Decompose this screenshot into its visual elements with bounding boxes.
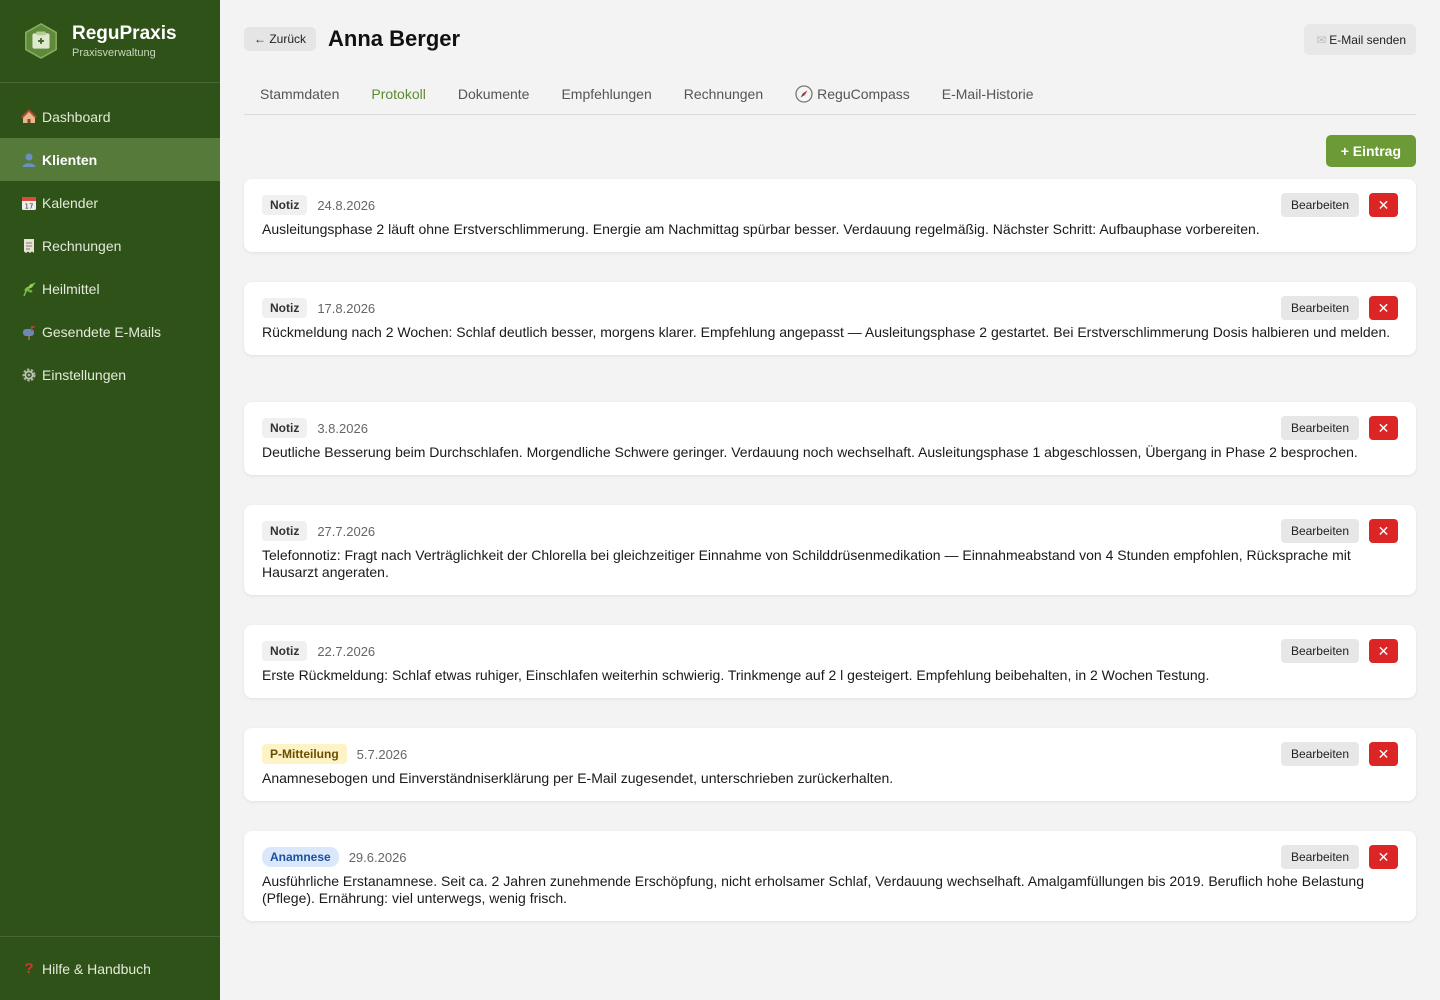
protocol-entry: Notiz 24.8.2026 Bearbeiten ✕ Ausleitungs… [244,179,1416,252]
brand: ReguPraxis Praxisverwaltung [0,0,220,83]
sidebar-item-kalender[interactable]: 17 Kalender [0,181,220,224]
entry-date: 17.8.2026 [317,300,376,316]
sidebar-item-label: Klienten [42,151,98,168]
tab-stammdaten[interactable]: Stammdaten [244,78,355,110]
protocol-entry: Notiz 17.8.2026 Bearbeiten ✕ Rückmeldung… [244,282,1416,355]
edit-button[interactable]: Bearbeiten [1280,296,1359,320]
send-email-label: E-Mail senden [1329,32,1406,47]
delete-button[interactable]: ✕ [1369,519,1398,543]
sidebar-item-label: Rechnungen [42,237,122,254]
sidebar-item-einstellungen[interactable]: Einstellungen [0,353,220,396]
entry-date: 3.8.2026 [317,420,368,436]
logo-icon [25,23,57,59]
sidebar-item-dashboard[interactable]: Dashboard [0,95,220,138]
protocol-entry: Notiz 3.8.2026 Bearbeiten ✕ Deutliche Be… [244,402,1416,475]
gear-icon [20,366,38,384]
mailbox-icon [20,323,38,341]
edit-button[interactable]: Bearbeiten [1280,845,1359,869]
close-icon: ✕ [1377,642,1390,659]
edit-button[interactable]: Bearbeiten [1280,416,1359,440]
edit-button[interactable]: Bearbeiten [1280,193,1359,217]
help-label: Hilfe & Handbuch [42,960,151,977]
receipt-icon [20,237,38,255]
person-icon [20,151,38,169]
edit-button[interactable]: Bearbeiten [1280,519,1359,543]
edit-button[interactable]: Bearbeiten [1280,742,1359,766]
close-icon: ✕ [1377,522,1390,539]
app-name: ReguPraxis [72,22,177,44]
delete-button[interactable]: ✕ [1369,193,1398,217]
tab-email-historie[interactable]: E-Mail-Historie [926,78,1050,110]
delete-button[interactable]: ✕ [1369,639,1398,663]
calendar-icon: 17 [20,194,38,212]
tab-protokoll[interactable]: Protokoll [355,78,441,110]
entry-type-badge: Anamnese [262,847,339,867]
protocol-entry: Anamnese 29.6.2026 Bearbeiten ✕ Ausführl… [244,831,1416,921]
sidebar-item-label: Einstellungen [42,366,127,383]
entry-type-badge: Notiz [262,298,308,318]
sidebar-item-label: Kalender [42,194,99,211]
entry-type-badge: Notiz [262,418,308,438]
question-icon: ? [24,960,34,977]
close-icon: ✕ [1377,848,1390,865]
protocol-entry: P-Mitteilung 5.7.2026 Bearbeiten ✕ Anamn… [244,728,1416,801]
protocol-entry: Notiz 22.7.2026 Bearbeiten ✕ Erste Rückm… [244,625,1416,698]
entry-date: 27.7.2026 [317,523,376,539]
edit-button[interactable]: Bearbeiten [1280,639,1359,663]
entry-type-badge: Notiz [262,641,308,661]
entry-type-badge: Notiz [262,195,308,215]
sidebar-item-rechnungen[interactable]: Rechnungen [0,224,220,267]
envelope-icon: ✉ [1316,32,1327,47]
sidebar-item-gesendete-emails[interactable]: Gesendete E-Mails [0,310,220,353]
delete-button[interactable]: ✕ [1369,742,1398,766]
close-icon: ✕ [1377,196,1390,213]
sidebar-item-label: Dashboard [42,108,111,125]
add-entry-button[interactable]: + Eintrag [1325,135,1416,167]
page-header: ← Zurück Anna Berger ✉ E-Mail senden [244,0,1416,78]
close-icon: ✕ [1377,745,1390,762]
entry-date: 29.6.2026 [348,849,407,865]
herb-icon [20,280,38,298]
entry-date: 22.7.2026 [317,643,376,659]
tab-label: ReguCompass [817,86,910,102]
sidebar: ReguPraxis Praxisverwaltung Dashboard Kl… [0,0,220,1000]
entry-type-badge: Notiz [262,521,308,541]
compass-icon [795,85,813,103]
entry-type-badge: P-Mitteilung [262,744,347,764]
tab-dokumente[interactable]: Dokumente [442,78,546,110]
delete-button[interactable]: ✕ [1369,296,1398,320]
toolbar: + Eintrag [244,115,1416,179]
delete-button[interactable]: ✕ [1369,845,1398,869]
sidebar-item-heilmittel[interactable]: Heilmittel [0,267,220,310]
entry-date: 24.8.2026 [317,197,376,213]
house-icon [20,108,38,126]
main-content: ← Zurück Anna Berger ✉ E-Mail senden Sta… [244,0,1416,921]
page-title: Anna Berger [328,26,461,51]
close-icon: ✕ [1377,299,1390,316]
protocol-entry: Notiz 27.7.2026 Bearbeiten ✕ Telefonnoti… [244,505,1416,595]
sidebar-nav: Dashboard Klienten 17 Kalender Rechnunge… [0,95,220,396]
back-button[interactable]: ← Zurück [244,27,317,51]
tab-regucompass[interactable]: ReguCompass [779,78,926,110]
sidebar-item-label: Gesendete E-Mails [42,323,162,340]
app-subtitle: Praxisverwaltung [72,46,156,59]
close-icon: ✕ [1377,419,1390,436]
send-email-button[interactable]: ✉ E-Mail senden [1304,24,1416,55]
delete-button[interactable]: ✕ [1369,416,1398,440]
svg-text:17: 17 [25,202,34,210]
sidebar-item-label: Heilmittel [42,280,100,297]
entry-date: 5.7.2026 [356,746,408,762]
tab-bar: Stammdaten Protokoll Dokumente Empfehlun… [244,78,1416,115]
sidebar-item-klienten[interactable]: Klienten [0,138,220,181]
help-link[interactable]: ? Hilfe & Handbuch [0,936,220,1000]
tab-empfehlungen[interactable]: Empfehlungen [545,78,667,110]
tab-rechnungen[interactable]: Rechnungen [668,78,779,110]
